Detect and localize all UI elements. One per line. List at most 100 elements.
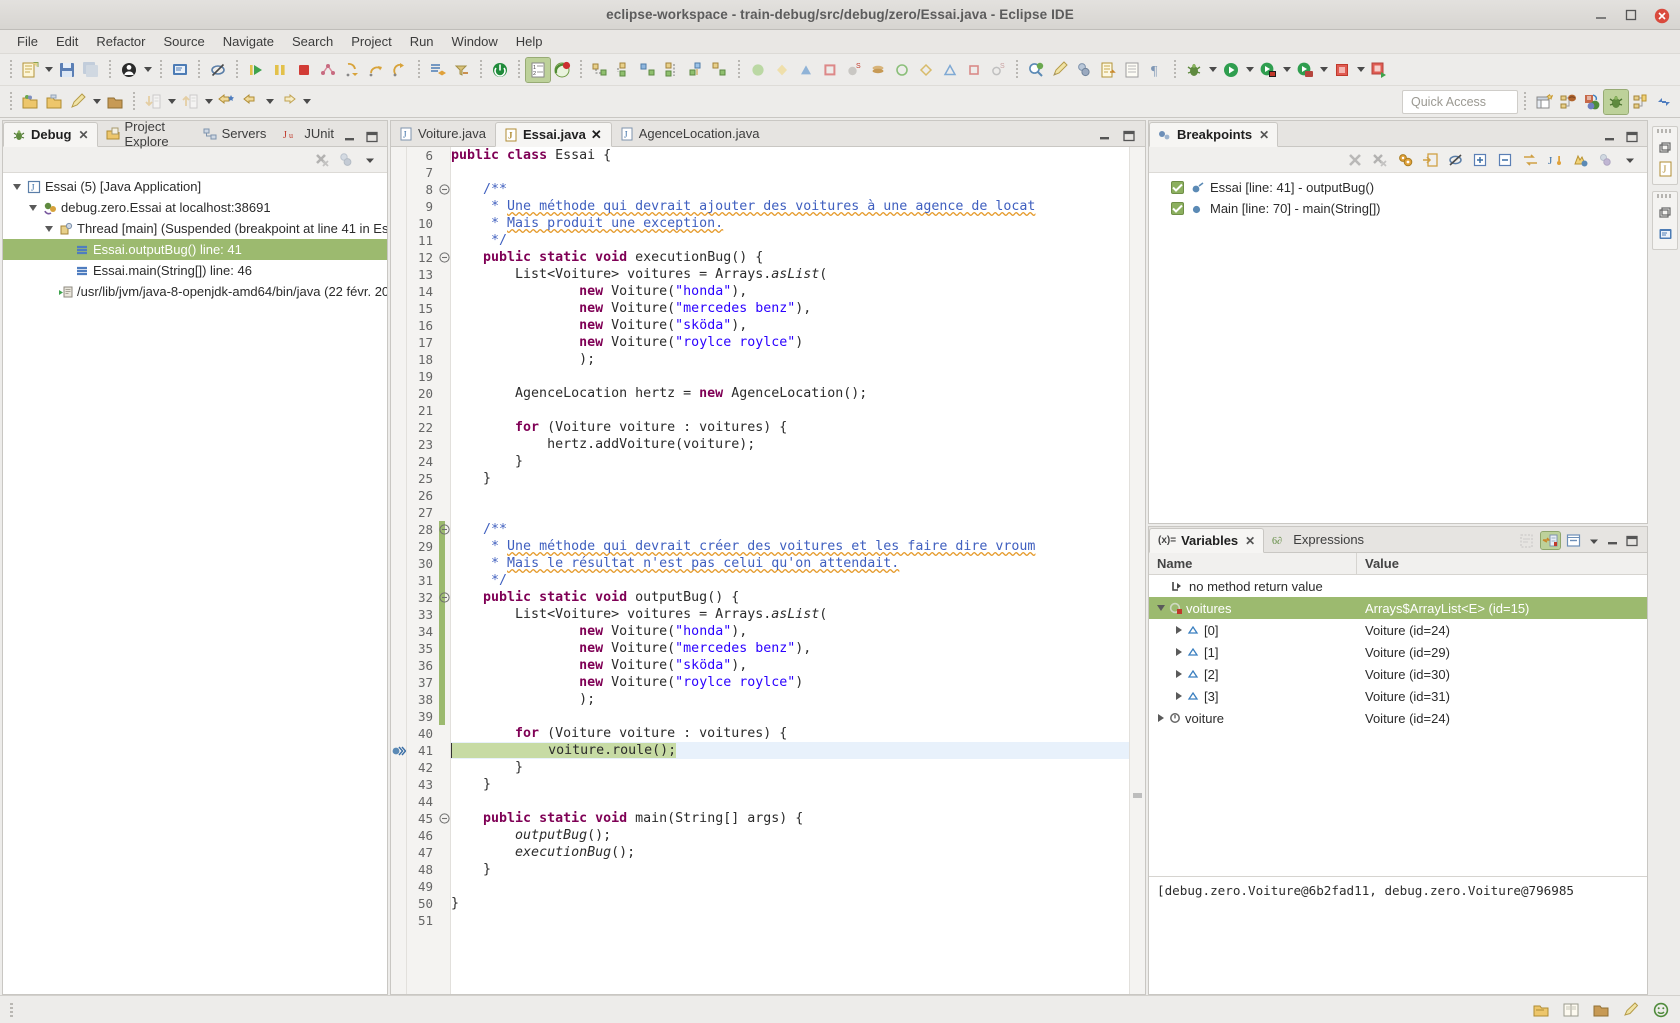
twisty-icon[interactable] — [1153, 605, 1169, 611]
twisty-icon[interactable] — [41, 226, 57, 232]
variable-row-index-3[interactable]: [3] Voiture (id=31) — [1149, 685, 1647, 707]
twisty-icon[interactable] — [1171, 626, 1187, 634]
variable-row-index-1[interactable]: [1] Voiture (id=29) — [1149, 641, 1647, 663]
filter-icon[interactable] — [1072, 58, 1096, 82]
minimize-editor-icon[interactable] — [1098, 130, 1112, 142]
perspective-java-icon[interactable] — [1580, 90, 1604, 114]
remove-breakpoint-icon[interactable] — [1344, 149, 1366, 171]
code-line[interactable] — [451, 487, 1129, 504]
fold-collapse-icon[interactable] — [437, 810, 450, 827]
tree-row-jvm-process[interactable]: /usr/lib/jvm/java-8-openjdk-amd64/bin/ja… — [3, 281, 387, 302]
perspective-team-sync-icon[interactable] — [1652, 90, 1676, 114]
column-header-value[interactable]: Value — [1357, 553, 1647, 574]
perspective-java-ee-icon[interactable] — [1556, 90, 1580, 114]
fold-collapse-icon[interactable] — [437, 249, 450, 266]
previous-annotation-arrow[interactable] — [202, 90, 215, 114]
publish-icon[interactable] — [1367, 58, 1391, 82]
twisty-icon[interactable] — [1171, 692, 1187, 700]
show-type-names-icon[interactable] — [1541, 532, 1560, 549]
expand-all-icon[interactable] — [1469, 149, 1491, 171]
twisty-icon[interactable] — [9, 184, 25, 190]
editor-body[interactable]: 6789101112131415161718192021222324252627… — [391, 147, 1145, 994]
square-outline-icon[interactable] — [962, 58, 986, 82]
tab-project-explorer[interactable]: Project Explore — [98, 121, 195, 146]
code-line[interactable]: * Mais le résultat n'est pas celui qu'on… — [451, 555, 1129, 572]
working-sets-icon[interactable] — [1569, 149, 1591, 171]
breakpoint-checkbox[interactable] — [1171, 202, 1184, 215]
restore-icon[interactable] — [1654, 136, 1676, 158]
code-line[interactable] — [451, 793, 1129, 810]
new-source-folder-icon[interactable] — [708, 58, 732, 82]
variable-row-index-2[interactable]: [2] Voiture (id=30) — [1149, 663, 1647, 685]
layers-icon[interactable] — [866, 58, 890, 82]
close-icon[interactable]: ✕ — [591, 127, 602, 143]
terminate-console-icon[interactable] — [168, 58, 192, 82]
book-icon[interactable] — [1562, 1002, 1580, 1018]
step-over-icon[interactable] — [364, 58, 388, 82]
new-annotation-icon[interactable] — [684, 58, 708, 82]
link-with-debug-view-icon[interactable] — [1394, 149, 1416, 171]
code-line[interactable]: List<Voiture> voitures = Arrays.asList( — [451, 266, 1129, 283]
code-line[interactable]: new Voiture("sköda"), — [451, 657, 1129, 674]
tab-servers[interactable]: Servers — [195, 121, 276, 146]
maximize-button[interactable] — [1624, 8, 1638, 22]
properties-icon[interactable] — [1120, 58, 1144, 82]
tree-row-stackframe-selected[interactable]: Essai.outputBug() line: 41 — [3, 239, 387, 260]
code-line[interactable]: for (Voiture voiture : voitures) { — [451, 419, 1129, 436]
next-annotation-icon[interactable] — [141, 90, 165, 114]
power-icon[interactable] — [488, 58, 512, 82]
code-line[interactable]: /** — [451, 181, 1129, 198]
minimize-view-icon[interactable] — [343, 131, 357, 143]
menu-refactor[interactable]: Refactor — [87, 32, 154, 51]
code-line[interactable]: executionBug(); — [451, 844, 1129, 861]
maximize-view-icon[interactable] — [365, 131, 379, 143]
use-step-filters-icon[interactable] — [450, 58, 474, 82]
variable-detail-pane[interactable]: [debug.zero.Voiture@6b2fad11, debug.zero… — [1149, 876, 1647, 994]
code-line[interactable]: } — [451, 453, 1129, 470]
code-line[interactable]: ); — [451, 691, 1129, 708]
open-perspective-icon[interactable] — [1532, 90, 1556, 114]
code-line-current[interactable]: voiture.roule(); — [451, 742, 1129, 759]
variables-table[interactable]: no method return value voitures — [1149, 575, 1647, 876]
new-enum-icon[interactable] — [660, 58, 684, 82]
save-all-icon[interactable] — [79, 58, 103, 82]
view-menu-arrow[interactable] — [1587, 534, 1601, 548]
code-line[interactable] — [451, 912, 1129, 929]
tree-row-launch[interactable]: J Essai (5) [Java Application] — [3, 176, 387, 197]
skip-all-breakpoints-icon[interactable] — [117, 58, 141, 82]
step-into-icon[interactable] — [340, 58, 364, 82]
close-icon[interactable]: ✕ — [78, 128, 88, 142]
tab-variables[interactable]: (x)= Variables ✕ — [1149, 528, 1264, 553]
code-line[interactable]: } — [451, 470, 1129, 487]
save-icon[interactable] — [55, 58, 79, 82]
twisty-icon[interactable] — [1153, 714, 1169, 722]
code-line[interactable]: new Voiture("mercedes benz"), — [451, 300, 1129, 317]
pilcrow-icon[interactable]: ¶ — [1144, 58, 1168, 82]
open-package-icon[interactable] — [103, 90, 127, 114]
debug-dropdown-arrow[interactable] — [141, 58, 154, 82]
breakpoint-yellow-icon[interactable] — [770, 58, 794, 82]
code-line[interactable]: new Voiture("roylce roylce") — [451, 674, 1129, 691]
add-java-exception-breakpoint-icon[interactable]: J — [1544, 149, 1566, 171]
editor-tab-essai[interactable]: J Essai.java ✕ — [495, 122, 612, 147]
open-resource-icon[interactable] — [66, 90, 90, 114]
open-task-icon[interactable] — [42, 90, 66, 114]
stop-server-icon[interactable] — [1330, 58, 1354, 82]
static-outline-icon[interactable]: S — [986, 58, 1010, 82]
view-menu-arrow[interactable] — [1619, 149, 1641, 171]
menu-source[interactable]: Source — [155, 32, 214, 51]
toggle-line-numbers-icon[interactable]: 12 — [526, 58, 550, 82]
tree-row-stackframe-main[interactable]: Essai.main(String[]) line: 46 — [3, 260, 387, 281]
drag-grip[interactable] — [1657, 194, 1673, 198]
close-button[interactable] — [1654, 8, 1668, 22]
run-server-icon[interactable] — [1293, 58, 1317, 82]
menu-run[interactable]: Run — [401, 32, 443, 51]
resource-icon[interactable] — [1532, 1002, 1550, 1018]
remove-all-breakpoints-icon[interactable] — [1369, 149, 1391, 171]
java-editor-icon[interactable]: J — [1654, 158, 1676, 180]
debug-dropdown-arrow2[interactable] — [1206, 58, 1219, 82]
goto-file-icon[interactable] — [1419, 149, 1441, 171]
twisty-icon[interactable] — [25, 205, 41, 211]
code-line[interactable]: } — [451, 895, 1129, 912]
new-interface-icon[interactable] — [636, 58, 660, 82]
